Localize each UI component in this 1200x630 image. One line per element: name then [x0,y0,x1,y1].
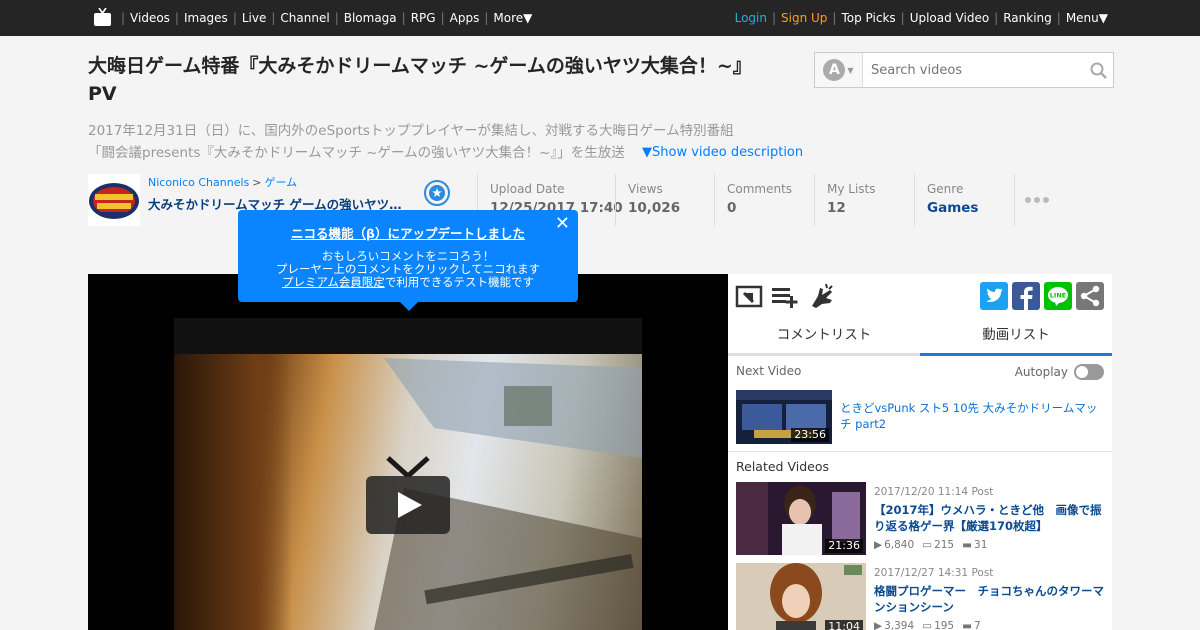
duration-badge: 11:04 [825,620,863,630]
breadcrumb-separator: > [252,176,262,189]
related-video-thumbnail[interactable]: 11:04 [736,563,866,630]
mylists-stat: My Lists 12 [814,174,914,226]
signup-link[interactable]: Sign Up [781,11,827,25]
login-link[interactable]: Login [735,11,767,25]
description-line-2: 「闘会議presents『大みそかドリームマッチ ~ゲームの強いヤツ大集合！~』… [88,145,625,161]
next-video-label: Next Video [736,364,802,378]
autoplay-toggle[interactable] [1074,364,1104,380]
line-icon[interactable]: LINE [1044,282,1072,310]
nicoru-hand-icon[interactable] [808,282,836,310]
comment-icon: ▭ [922,620,933,630]
mylists-value: 12 [827,200,846,216]
next-video-header: Next Video Autoplay [736,364,1104,382]
nav-apps[interactable]: Apps [450,11,480,25]
next-video-title[interactable]: ときどvsPunk スト5 10先 大みそかドリームマッチ part2 [840,400,1104,432]
duration-badge: 23:56 [791,428,829,442]
related-videos-label: Related Videos [736,459,829,474]
related-video-stats: ▶ 3,394 ▭ 195 ▬ 7 [874,620,981,630]
views-icon: ▶ [874,539,883,551]
nav-images[interactable]: Images [184,11,228,25]
list-item[interactable]: 11:04 2017/12/27 14:31 Post 格闘プロゲーマー チョコ… [736,563,1104,630]
account-nav: Login | Sign Up | Top Picks | Upload Video … [734,11,1108,25]
facebook-icon[interactable] [1012,282,1040,310]
save-clip-icon[interactable] [735,282,763,310]
views-icon: ▶ [874,620,883,630]
tab-comment-list[interactable]: コメントリスト [728,318,920,356]
post-date: 2017/12/27 14:31 Post [874,567,994,579]
views-value: 10,026 [628,200,681,216]
views-stat: Views 10,026 [615,174,713,226]
more-dots-icon[interactable] [1014,174,1058,226]
niconico-tv-icon[interactable] [94,8,111,26]
folder-icon: ▬ [962,539,973,551]
description-line-1: 2017年12月31日（日）に、国内外のeSportsトッププレイヤーが集結し、… [88,123,734,139]
primary-nav: | Videos | Images | Live | Channel | Blomaga … [121,11,533,25]
search-icon [1090,62,1107,79]
genre-stat: Genre Games [914,174,1014,226]
premium-link[interactable]: プレミアム会員限定 [282,275,385,289]
play-icon [366,456,450,534]
nav-rpg[interactable]: RPG [411,11,436,25]
channel-source-link[interactable]: Niconico Channels [148,176,249,189]
list-item[interactable]: 21:36 2017/12/20 11:14 Post 【2017年】ウメハラ・… [736,482,1104,556]
follow-star-icon [429,185,445,201]
comments-value: 0 [727,200,737,216]
channel-breadcrumb: Niconico Channels > ゲーム [148,174,297,190]
channel-thumbnail[interactable] [88,174,140,226]
nav-live[interactable]: Live [242,11,267,25]
nav-blomaga[interactable]: Blomaga [344,11,397,25]
related-video-thumbnail[interactable]: 21:36 [736,482,866,555]
related-video-title[interactable]: 格闘プロゲーマー チョコちゃんのタワーマンションシーン [874,583,1104,615]
nav-upload-video[interactable]: Upload Video [910,11,989,25]
related-video-stats: ▶ 6,840 ▭ 215 ▬ 31 [874,539,988,551]
show-description-button[interactable]: ▼Show video description [642,142,803,164]
popup-title-link[interactable]: ニコる機能（β）にアップデートしました [238,223,578,242]
divider [728,451,1112,452]
channel-category-link[interactable]: ゲーム [264,176,297,189]
nav-menu[interactable]: Menu▼ [1066,11,1108,25]
twitter-icon[interactable] [980,282,1008,310]
panel-tabs: コメントリスト 動画リスト [728,318,1112,356]
nav-ranking[interactable]: Ranking [1003,11,1052,25]
duration-badge: 21:36 [825,539,863,553]
comment-icon: ▭ [922,539,933,551]
autoplay-label: Autoplay [1014,365,1068,379]
video-description: 2017年12月31日（日）に、国内外のeSportsトッププレイヤーが集結し、… [88,120,808,164]
play-button[interactable] [366,456,450,536]
side-panel: LINE コメントリスト 動画リスト Next Video Autoplay 2… [728,274,1112,630]
search-box: A ▼ [814,52,1114,88]
follow-channel-button[interactable] [424,180,450,206]
nav-videos[interactable]: Videos [130,11,170,25]
search-input[interactable] [863,53,1083,87]
genre-link[interactable]: Games [927,200,1014,216]
related-video-title[interactable]: 【2017年】ウメハラ・ときど他 画像で振り返る格ゲー界【厳選170枚超】 [874,502,1104,534]
panel-toolbar: LINE [728,274,1112,318]
search-mode-selector[interactable]: A ▼ [815,53,863,87]
search-button[interactable] [1083,53,1113,87]
nav-more[interactable]: More▼ [493,11,532,25]
chevron-down-icon: ▼ [847,65,854,75]
video-player[interactable] [88,274,728,630]
video-title: 大晦日ゲーム特番『大みそかドリームマッチ ~ゲームの強いヤツ大集合！~』PV [88,55,752,105]
tab-video-list[interactable]: 動画リスト [920,318,1112,356]
next-video-item[interactable]: 23:56 ときどvsPunk スト5 10先 大みそかドリームマッチ part… [736,390,1104,444]
folder-icon: ▬ [962,620,973,630]
add-mylist-icon[interactable] [771,282,799,310]
nav-top-picks[interactable]: Top Picks [841,11,895,25]
close-icon[interactable]: ✕ [555,213,570,234]
nicoru-update-popup: ニコる機能（β）にアップデートしました おもしろいコメントをニコろう！ プレーヤ… [238,210,578,311]
comments-stat: Comments 0 [714,174,814,226]
svg-text:LINE: LINE [1050,292,1066,300]
post-date: 2017/12/20 11:14 Post [874,486,994,498]
search-mode-letter: A [823,59,846,81]
share-icon[interactable] [1076,282,1104,310]
nav-channel[interactable]: Channel [280,11,329,25]
channel-logo-image [88,174,140,226]
top-navbar: | Videos | Images | Live | Channel | Blomaga … [0,0,1200,36]
next-video-thumbnail[interactable]: 23:56 [736,390,832,444]
